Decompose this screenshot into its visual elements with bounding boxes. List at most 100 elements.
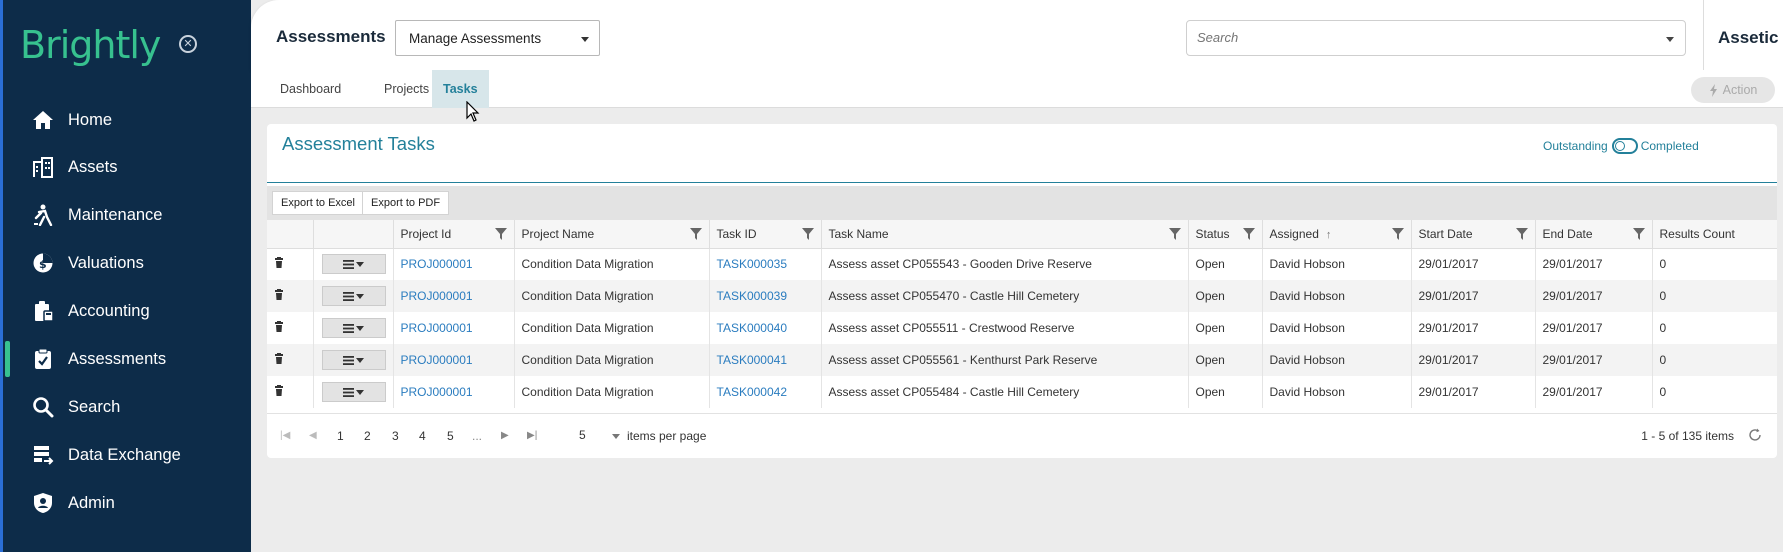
- project-id-link[interactable]: PROJ000001: [401, 257, 473, 271]
- filter-icon[interactable]: [689, 228, 702, 240]
- tab-dashboard[interactable]: Dashboard: [269, 70, 352, 108]
- task-id-link[interactable]: TASK000042: [717, 385, 788, 399]
- page-1[interactable]: 1: [337, 429, 344, 443]
- header-task-name[interactable]: Task Name: [820, 220, 1188, 249]
- export-pdf-button[interactable]: Export to PDF: [362, 191, 450, 215]
- close-icon[interactable]: ✕: [179, 35, 197, 53]
- export-excel-button[interactable]: Export to Excel: [272, 191, 364, 215]
- toggle-switch[interactable]: [1611, 138, 1638, 154]
- header-start-date[interactable]: Start Date: [1410, 220, 1535, 249]
- task-id-link[interactable]: TASK000039: [717, 289, 788, 303]
- sidebar-item-assessments[interactable]: Assessments: [3, 337, 251, 381]
- trash-icon[interactable]: [274, 385, 284, 396]
- tab-tasks[interactable]: Tasks: [432, 70, 489, 108]
- header-end-date[interactable]: End Date: [1534, 220, 1652, 249]
- header-assigned[interactable]: Assigned ↑: [1261, 220, 1411, 249]
- sidebar-item-search[interactable]: Search: [3, 385, 251, 429]
- header-results-count[interactable]: Results Count: [1651, 220, 1777, 249]
- sidebar-item-valuations[interactable]: $ Valuations: [3, 241, 251, 285]
- end-date-cell: 29/01/2017: [1534, 248, 1652, 280]
- tab-projects[interactable]: Projects: [373, 70, 440, 108]
- brightly-logo[interactable]: Brightly: [20, 20, 161, 70]
- action-button[interactable]: Action: [1691, 77, 1775, 103]
- row-menu-button[interactable]: [321, 318, 386, 338]
- table-row: PROJ000001 Condition Data Migration TASK…: [267, 376, 1777, 408]
- filter-icon[interactable]: [1632, 228, 1645, 240]
- prev-page-icon[interactable]: ◀: [309, 430, 317, 441]
- start-date-cell: 29/01/2017: [1410, 376, 1535, 408]
- filter-icon[interactable]: [494, 228, 507, 240]
- page-3[interactable]: 3: [392, 429, 399, 443]
- sidebar-item-accounting[interactable]: Accounting: [3, 289, 251, 333]
- row-menu-button[interactable]: [321, 254, 386, 275]
- menu-icon: [343, 323, 354, 333]
- filter-icon[interactable]: [1515, 228, 1528, 240]
- filter-icon[interactable]: [801, 228, 814, 240]
- filter-icon[interactable]: [1242, 228, 1255, 240]
- page-5[interactable]: 5: [447, 429, 454, 443]
- sidebar-item-home[interactable]: Home: [3, 98, 251, 142]
- row-menu-button[interactable]: [321, 350, 386, 370]
- assigned-cell: David Hobson: [1261, 248, 1411, 280]
- task-id-cell: TASK000041: [708, 344, 821, 376]
- first-page-icon[interactable]: |◀: [280, 430, 290, 441]
- sidebar: Brightly ✕ Home Assets Maintenance $ Val…: [0, 0, 251, 552]
- worker-icon: [30, 202, 56, 228]
- logo-text: Brightly: [20, 23, 161, 67]
- task-id-link[interactable]: TASK000041: [717, 353, 788, 367]
- menu-cell: [312, 248, 393, 280]
- header-project-id[interactable]: Project Id: [392, 220, 514, 249]
- module-select-value: Manage Assessments: [409, 31, 542, 46]
- delete-cell: [267, 248, 313, 280]
- page-size-select[interactable]: 5: [571, 424, 626, 448]
- trash-icon[interactable]: [274, 257, 284, 269]
- sidebar-item-label: Assets: [68, 157, 118, 176]
- accounting-icon: [30, 298, 56, 324]
- search-icon: [30, 394, 56, 420]
- status-toggle[interactable]: Outstanding Completed: [1543, 138, 1699, 154]
- assigned-cell: David Hobson: [1261, 312, 1411, 344]
- filter-icon[interactable]: [1391, 228, 1404, 240]
- sidebar-item-maintenance[interactable]: Maintenance: [3, 193, 251, 237]
- project-id-link[interactable]: PROJ000001: [401, 289, 473, 303]
- trash-icon[interactable]: [274, 321, 284, 332]
- data-exchange-icon: [30, 442, 56, 468]
- header-task-id[interactable]: Task ID: [708, 220, 821, 249]
- project-id-cell: PROJ000001: [392, 248, 514, 280]
- refresh-icon[interactable]: [1748, 428, 1762, 442]
- search-input[interactable]: [1197, 30, 1637, 45]
- chevron-down-icon: [581, 37, 589, 42]
- project-id-link[interactable]: PROJ000001: [401, 321, 473, 335]
- module-select[interactable]: Manage Assessments: [395, 20, 600, 56]
- sidebar-item-label: Accounting: [68, 301, 150, 320]
- row-menu-button[interactable]: [321, 286, 386, 306]
- start-date-cell: 29/01/2017: [1410, 280, 1535, 312]
- status-cell: Open: [1187, 376, 1262, 408]
- menu-cell: [312, 344, 393, 376]
- project-id-link[interactable]: PROJ000001: [401, 353, 473, 367]
- page-4[interactable]: 4: [419, 429, 426, 443]
- project-id-link[interactable]: PROJ000001: [401, 385, 473, 399]
- task-id-link[interactable]: TASK000040: [717, 321, 788, 335]
- page-more[interactable]: ...: [472, 429, 482, 443]
- chevron-down-icon[interactable]: [1666, 37, 1674, 42]
- last-page-icon[interactable]: ▶|: [527, 430, 537, 441]
- global-search[interactable]: [1186, 20, 1686, 56]
- row-menu-button[interactable]: [321, 382, 386, 402]
- header-menu: [312, 220, 393, 249]
- filter-icon[interactable]: [1168, 228, 1181, 240]
- header-project-name[interactable]: Project Name: [513, 220, 709, 249]
- header-label: Project Name: [521, 226, 595, 241]
- sidebar-item-data-exchange[interactable]: Data Exchange: [3, 433, 251, 477]
- header-status[interactable]: Status: [1187, 220, 1262, 249]
- task-id-link[interactable]: TASK000035: [717, 257, 788, 271]
- trash-icon[interactable]: [274, 289, 284, 300]
- task-id-cell: TASK000042: [708, 376, 821, 408]
- sidebar-item-label: Home: [68, 110, 113, 129]
- page-2[interactable]: 2: [364, 429, 371, 443]
- table-row: PROJ000001 Condition Data Migration TASK…: [267, 344, 1777, 376]
- next-page-icon[interactable]: ▶: [501, 430, 509, 441]
- sidebar-item-assets[interactable]: Assets: [3, 145, 251, 189]
- sidebar-item-admin[interactable]: Admin: [3, 481, 251, 525]
- trash-icon[interactable]: [274, 353, 284, 364]
